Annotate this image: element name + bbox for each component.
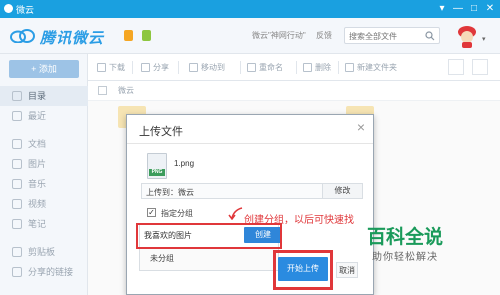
group-item-ungrouped[interactable]: 未分组 xyxy=(140,248,278,270)
highlight-box-start xyxy=(273,250,333,290)
clipboard-icon xyxy=(12,247,22,257)
close-icon[interactable]: × xyxy=(357,119,365,135)
sidebar-item-music[interactable]: 音乐 xyxy=(0,174,88,194)
search-box[interactable] xyxy=(344,27,440,44)
new-folder-button[interactable]: 新建文件夹 xyxy=(344,60,397,75)
breadcrumb-root[interactable]: 微云 xyxy=(118,85,134,96)
search-icon[interactable] xyxy=(425,31,435,41)
file-type-label: PNG xyxy=(149,169,165,176)
avatar[interactable] xyxy=(456,25,478,49)
sidebar-nav: 目录 最近 文档 图片 音乐 视频 笔记 剪贴板 分享的链接 xyxy=(0,86,88,282)
sidebar-item-label: 图片 xyxy=(28,159,47,169)
share-icon xyxy=(141,63,150,72)
download-button[interactable]: 下载 xyxy=(96,60,125,75)
delete-label: 删除 xyxy=(315,63,331,72)
assign-group-checkbox[interactable]: ✓ xyxy=(147,208,156,217)
assign-group-label[interactable]: 指定分组 xyxy=(161,208,193,219)
move-label: 移动到 xyxy=(201,63,225,72)
cancel-button[interactable]: 取消 xyxy=(336,262,358,278)
annotation-arrow-icon xyxy=(228,207,243,220)
sidebar-item-shared-links[interactable]: 分享的链接 xyxy=(0,262,88,282)
sidebar-item-label: 视频 xyxy=(28,199,47,209)
rename-button[interactable]: 重命名 xyxy=(246,60,283,75)
destination-field: 上传到：微云 修改 xyxy=(141,183,363,199)
android-icon[interactable] xyxy=(142,30,151,41)
move-button[interactable]: 移动到 xyxy=(188,60,225,75)
feedback-link[interactable]: 反馈 xyxy=(316,30,332,41)
share-label: 分享 xyxy=(153,63,169,72)
image-icon xyxy=(12,159,22,169)
dialog-title: 上传文件 xyxy=(139,126,183,138)
video-icon xyxy=(12,199,22,209)
avatar-dropdown-icon[interactable]: ▾ xyxy=(482,35,486,43)
window-controls: ▾ — □ ✕ xyxy=(434,1,498,16)
sidebar: + 添加 目录 最近 文档 图片 音乐 视频 笔记 剪贴板 分享的链接 xyxy=(0,54,88,295)
select-all-checkbox[interactable] xyxy=(98,86,107,95)
share-link-icon xyxy=(12,267,22,277)
cloud-logo-icon xyxy=(10,29,35,43)
watermark-subtitle: 助你轻松解决 xyxy=(372,252,438,263)
trash-icon xyxy=(303,63,312,72)
sidebar-item-label: 分享的链接 xyxy=(28,267,74,277)
download-label: 下载 xyxy=(109,63,125,72)
sidebar-item-recent[interactable]: 最近 xyxy=(0,106,88,126)
delete-button[interactable]: 删除 xyxy=(302,60,331,75)
annotation-text: 创建分组，以后可快速找 xyxy=(244,215,354,226)
highlight-box-create xyxy=(136,223,282,249)
app-header: 腾讯微云 微云"神网行动" 反馈 ▾ xyxy=(0,18,500,54)
music-icon xyxy=(12,179,22,189)
toolbar: 下载 分享 移动到 重命名 删除 新建文件夹 xyxy=(88,54,500,81)
sidebar-item-label: 最近 xyxy=(28,111,47,121)
new-folder-label: 新建文件夹 xyxy=(357,63,397,72)
close-icon[interactable]: ✕ xyxy=(482,1,498,16)
apple-icon[interactable] xyxy=(124,30,133,41)
modify-button[interactable]: 修改 xyxy=(322,184,362,198)
sidebar-item-video[interactable]: 视频 xyxy=(0,194,88,214)
note-icon xyxy=(12,219,22,229)
sidebar-item-documents[interactable]: 文档 xyxy=(0,134,88,154)
maximize-icon[interactable]: □ xyxy=(466,1,482,16)
download-icon xyxy=(97,63,106,72)
share-button[interactable]: 分享 xyxy=(140,60,169,75)
sidebar-item-label: 剪贴板 xyxy=(28,247,56,257)
document-icon xyxy=(12,139,22,149)
rename-icon xyxy=(247,63,256,72)
app-window: 微云 ▾ — □ ✕ 腾讯微云 微云"神网行动" 反馈 搜索全部文件 ▾ + 添… xyxy=(0,0,500,295)
search-input[interactable] xyxy=(349,30,419,42)
clock-icon xyxy=(12,111,22,121)
add-button[interactable]: + 添加 xyxy=(9,60,79,78)
promo-link[interactable]: 微云"神网行动" xyxy=(252,30,306,41)
file-name: 1.png xyxy=(174,159,195,168)
sidebar-item-label: 笔记 xyxy=(28,219,47,229)
destination-text: 上传到：微云 xyxy=(146,188,194,197)
new-folder-icon xyxy=(345,63,354,72)
sidebar-item-label: 文档 xyxy=(28,139,47,149)
breadcrumb: 微云 xyxy=(88,81,500,101)
sidebar-item-directory[interactable]: 目录 xyxy=(0,86,88,106)
app-icon xyxy=(4,4,13,13)
menu-dropdown-icon[interactable]: ▾ xyxy=(434,1,450,16)
watermark-title: 百科全说 xyxy=(367,227,444,248)
rename-label: 重命名 xyxy=(259,63,283,72)
move-icon xyxy=(189,63,198,72)
brand-logo-text: 腾讯微云 xyxy=(40,30,105,47)
preview-view-icon[interactable] xyxy=(448,59,464,75)
minimize-icon[interactable]: — xyxy=(450,1,466,16)
grid-view-icon[interactable] xyxy=(472,59,488,75)
sidebar-item-label: 目录 xyxy=(28,91,47,101)
title-bar: 微云 ▾ — □ ✕ xyxy=(0,0,500,18)
sidebar-item-pictures[interactable]: 图片 xyxy=(0,154,88,174)
sidebar-item-label: 音乐 xyxy=(28,179,47,189)
png-file-icon: PNG xyxy=(147,153,167,179)
window-title: 微云 xyxy=(16,5,35,15)
folder-icon xyxy=(12,91,22,101)
sidebar-item-clipboard[interactable]: 剪贴板 xyxy=(0,242,88,262)
sidebar-item-notes[interactable]: 笔记 xyxy=(0,214,88,234)
